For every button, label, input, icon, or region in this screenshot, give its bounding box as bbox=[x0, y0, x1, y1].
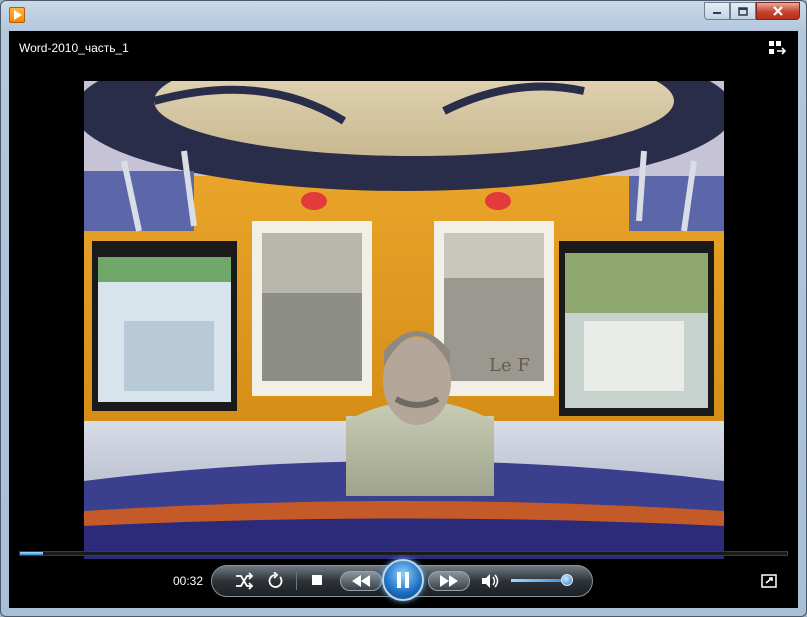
minimize-icon bbox=[713, 12, 721, 14]
seek-bar[interactable] bbox=[19, 551, 788, 556]
media-player-icon[interactable] bbox=[9, 7, 25, 23]
title-bar[interactable] bbox=[1, 1, 806, 29]
next-icon bbox=[440, 575, 458, 587]
stop-button[interactable] bbox=[311, 574, 323, 586]
switch-to-library-button[interactable] bbox=[768, 40, 787, 61]
close-button[interactable] bbox=[756, 2, 800, 20]
volume-icon bbox=[482, 574, 499, 588]
seek-progress bbox=[20, 552, 43, 555]
previous-button[interactable] bbox=[340, 571, 382, 591]
fullscreen-icon bbox=[761, 574, 777, 588]
media-player-window: Word-2010_часть_1 Le F 00:32 bbox=[0, 0, 807, 617]
minimize-button[interactable] bbox=[704, 2, 730, 20]
fullscreen-button[interactable] bbox=[761, 574, 777, 593]
separator bbox=[296, 572, 297, 590]
svg-text:Le F: Le F bbox=[489, 355, 530, 376]
close-icon bbox=[773, 6, 783, 16]
switch-to-library-icon bbox=[769, 41, 787, 55]
video-area[interactable]: Le F bbox=[84, 81, 724, 559]
shuffle-button[interactable] bbox=[234, 572, 254, 590]
pause-icon bbox=[397, 572, 409, 588]
next-button[interactable] bbox=[428, 571, 470, 591]
media-title: Word-2010_часть_1 bbox=[19, 41, 129, 55]
repeat-button[interactable] bbox=[266, 572, 284, 590]
elapsed-time: 00:32 bbox=[173, 574, 204, 588]
pause-button[interactable] bbox=[382, 559, 424, 601]
shuffle-icon bbox=[236, 572, 254, 590]
window-controls bbox=[704, 2, 800, 20]
repeat-icon bbox=[268, 572, 283, 588]
volume-button[interactable] bbox=[480, 572, 500, 590]
maximize-icon bbox=[738, 6, 748, 16]
player-content: Word-2010_часть_1 Le F 00:32 bbox=[9, 31, 798, 608]
volume-slider-thumb[interactable] bbox=[560, 574, 573, 586]
video-frame: Le F bbox=[84, 81, 724, 559]
maximize-button[interactable] bbox=[730, 2, 756, 20]
previous-icon bbox=[352, 575, 370, 587]
stop-icon bbox=[312, 575, 322, 585]
